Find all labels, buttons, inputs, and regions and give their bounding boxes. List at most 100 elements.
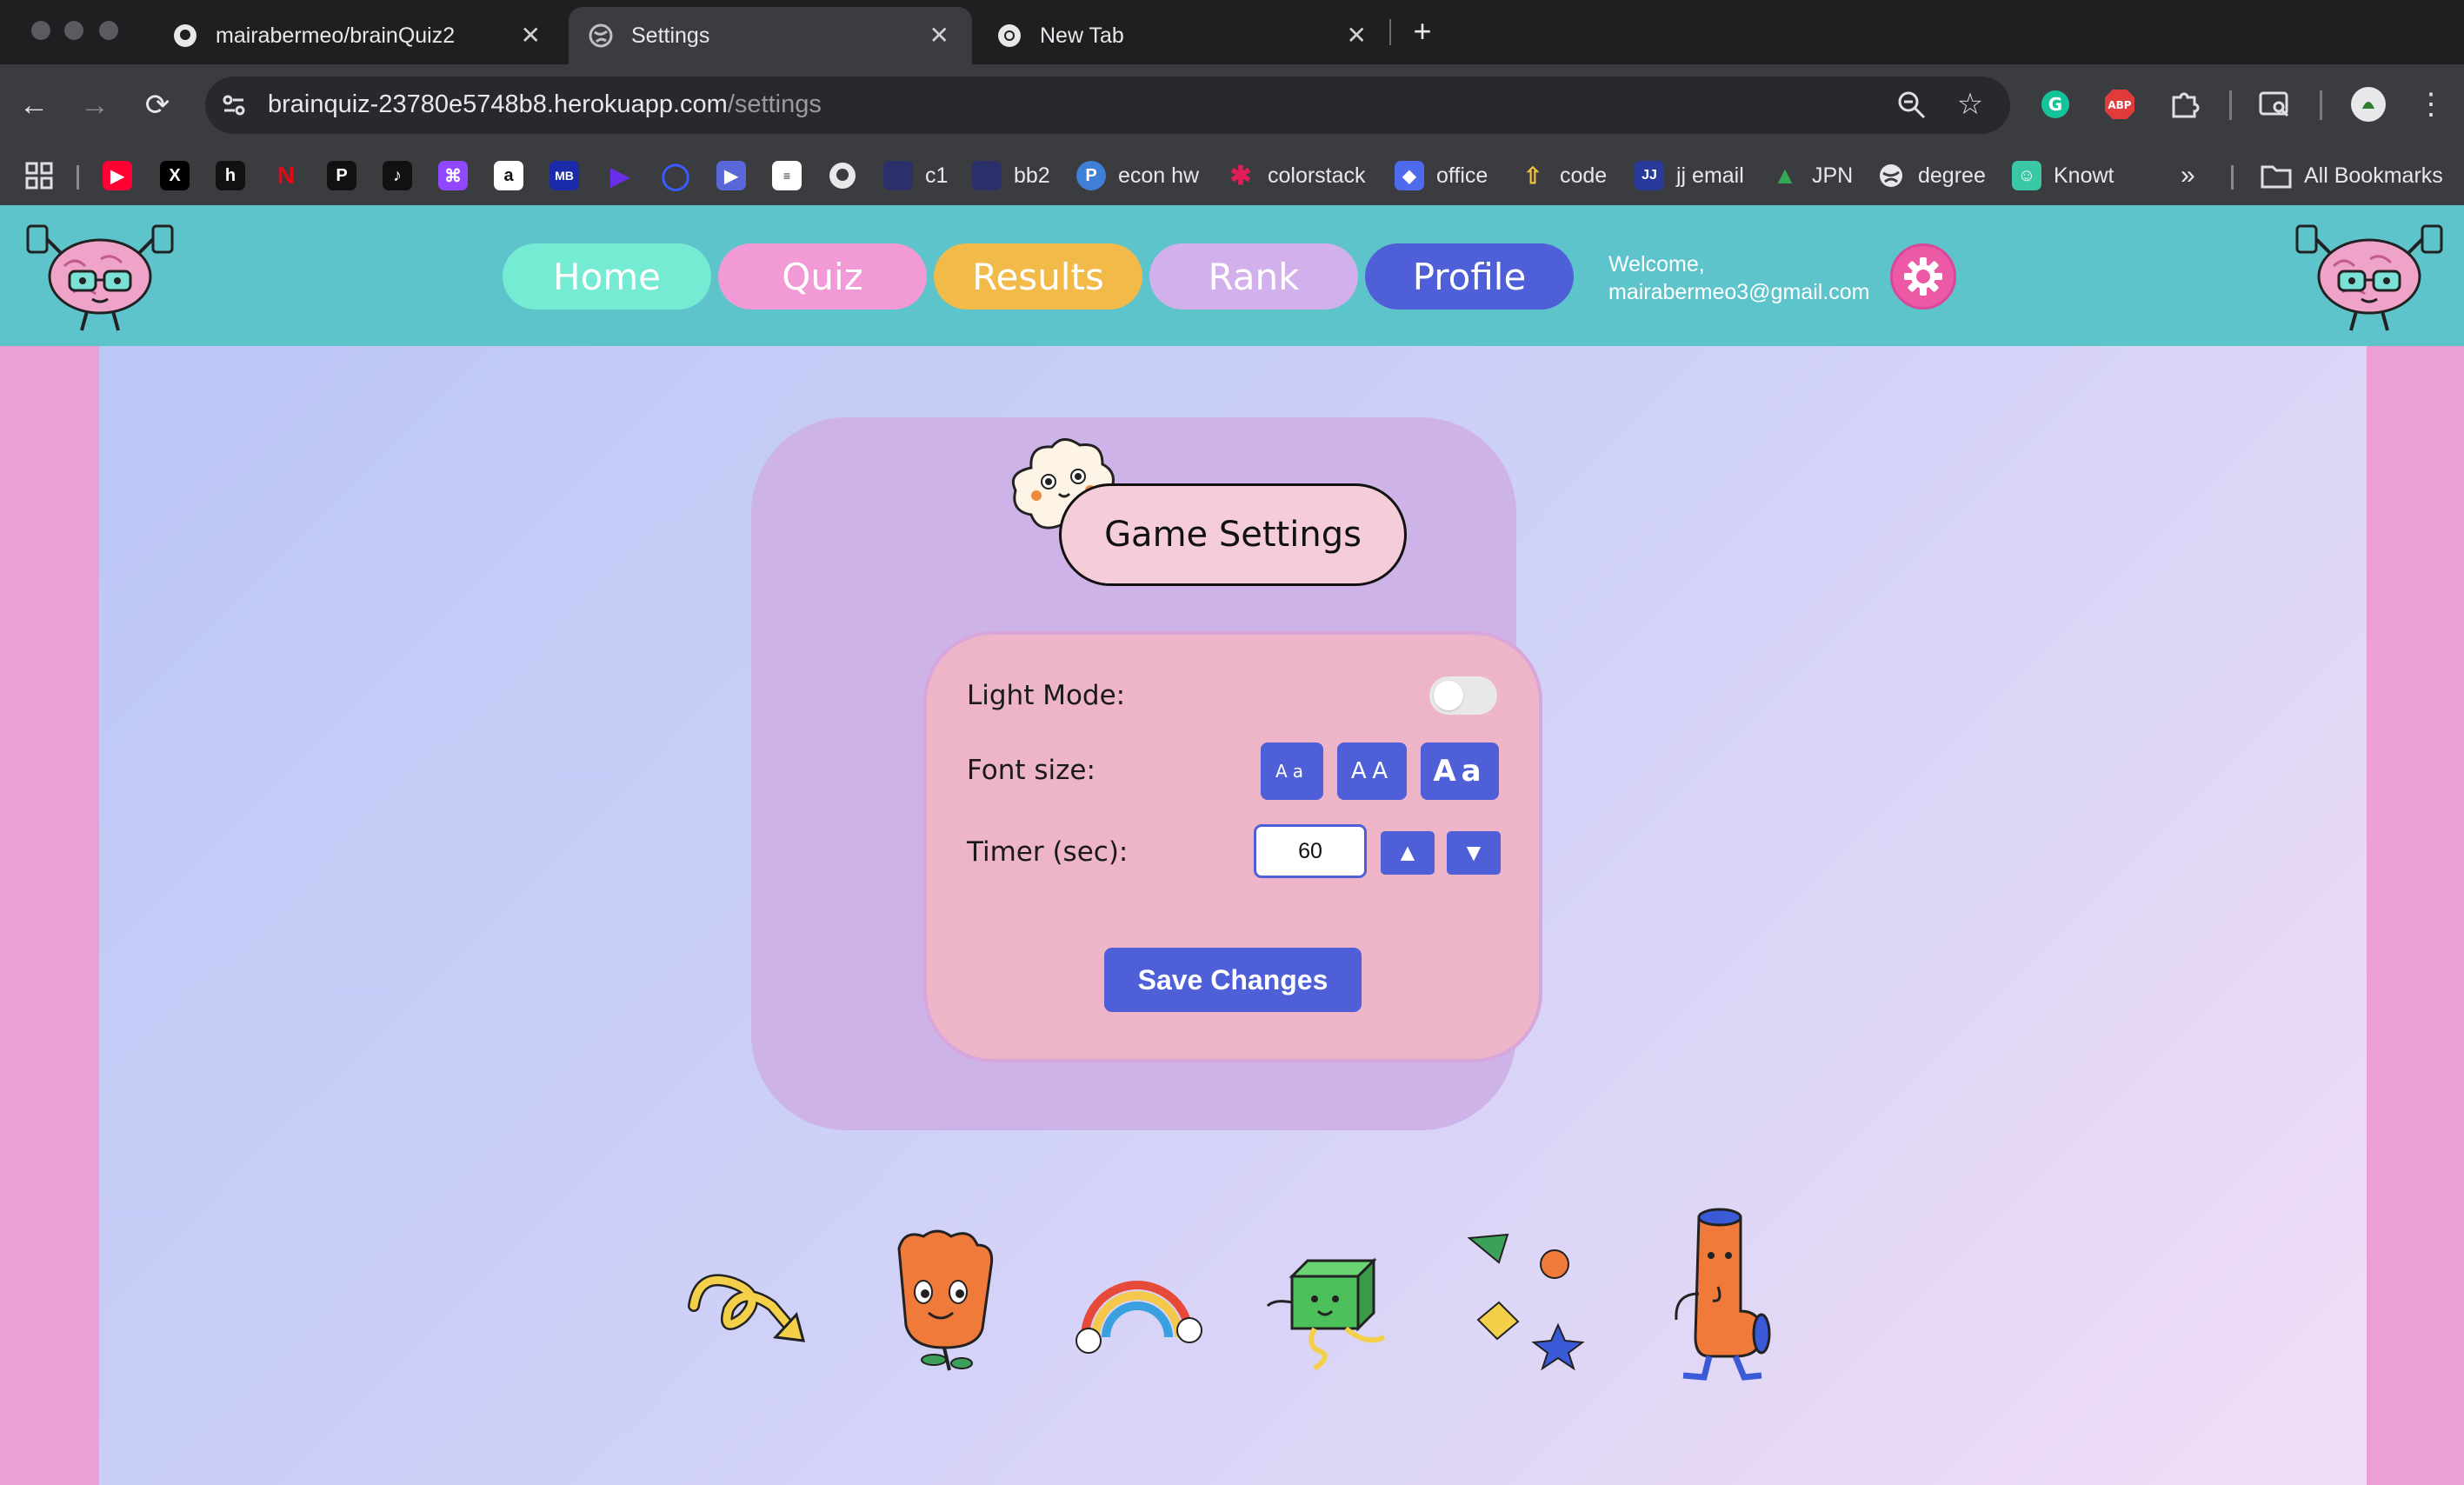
tab-github[interactable]: mairabermeo/brainQuiz2 ✕: [153, 7, 563, 64]
site-settings-icon[interactable]: [219, 90, 249, 120]
bookmark-youtube[interactable]: ▶: [103, 156, 144, 195]
bookmark-netflix[interactable]: N: [271, 156, 313, 195]
welcome-greeting: Welcome,: [1608, 252, 1705, 276]
url-host: brainquiz-23780e5748b8.herokuapp.com: [268, 90, 728, 118]
amazon-icon: a: [494, 161, 523, 190]
save-changes-button[interactable]: Save Changes: [1104, 948, 1362, 1012]
all-bookmarks-label: All Bookmarks: [2304, 163, 2443, 188]
x-icon: X: [160, 161, 190, 190]
bookmark-play[interactable]: ▶: [605, 156, 647, 195]
close-window-icon[interactable]: [31, 21, 50, 40]
close-tab-icon[interactable]: ✕: [521, 23, 541, 49]
svg-text:G: G: [2048, 94, 2062, 115]
timer-input[interactable]: 60: [1254, 824, 1367, 878]
bookmark-label: Knowt: [2054, 163, 2114, 188]
bookmark-github[interactable]: [828, 156, 869, 195]
font-size-large-button[interactable]: Aa: [1421, 742, 1499, 800]
forward-arrow-icon[interactable]: →: [73, 83, 117, 127]
tab-settings[interactable]: Settings ✕: [569, 7, 972, 64]
bookmark-label: office: [1436, 163, 1488, 188]
bookmark-econ-hw[interactable]: Pecon hw: [1076, 156, 1199, 195]
bookmark-p[interactable]: P: [327, 156, 369, 195]
jj-icon: JJ: [1635, 161, 1664, 190]
nav-profile[interactable]: Profile: [1365, 243, 1574, 310]
bookmark-twitch[interactable]: ⌘: [438, 156, 480, 195]
bookmark-bb2[interactable]: bb2: [972, 156, 1050, 195]
timer-decrement-button[interactable]: ▼: [1447, 831, 1501, 875]
tab-search-icon[interactable]: [2255, 85, 2294, 123]
bookmark-degree[interactable]: degree: [1876, 156, 1986, 195]
more-bookmarks-icon[interactable]: »: [2181, 156, 2195, 195]
p-circle-icon: P: [1076, 161, 1106, 190]
bookmark-label: jj email: [1676, 163, 1744, 188]
more-menu-icon[interactable]: ⋮: [2412, 85, 2450, 123]
brain-mascot-icon: [2290, 217, 2448, 336]
bookmark-jpn[interactable]: ▲ JPN: [1770, 156, 1853, 195]
bookmark-amazon[interactable]: a: [494, 156, 536, 195]
grammarly-icon[interactable]: G: [2036, 85, 2074, 123]
svg-text:ABP: ABP: [2108, 99, 2131, 111]
youtube-icon: ▶: [103, 161, 132, 190]
font-size-medium-button[interactable]: AA: [1337, 742, 1407, 800]
play-icon: ▶: [610, 162, 629, 190]
bookmark-jj-email[interactable]: JJ jj email: [1635, 156, 1744, 195]
bookmark-office[interactable]: ◆ office: [1395, 156, 1488, 195]
profile-avatar-icon[interactable]: [2349, 85, 2387, 123]
reload-icon[interactable]: ⟳: [136, 83, 179, 127]
nav-results[interactable]: Results: [934, 243, 1142, 310]
nav-home[interactable]: Home: [503, 243, 711, 310]
bookmark-video[interactable]: ▶: [716, 156, 758, 195]
bookmark-x[interactable]: X: [160, 156, 202, 195]
video-icon: ▶: [716, 161, 746, 190]
github-icon: [828, 161, 857, 190]
bookmark-doc[interactable]: ≡: [772, 156, 814, 195]
url-path: /settings: [727, 90, 822, 118]
bookmark-knowt[interactable]: ☺ Knowt: [2012, 156, 2114, 195]
bookmark-divider: [77, 165, 79, 190]
minimize-window-icon[interactable]: [64, 21, 83, 40]
bookmark-h[interactable]: h: [216, 156, 257, 195]
bookmark-star-icon[interactable]: ☆: [1953, 87, 1988, 122]
bookmark-c1[interactable]: c1: [883, 156, 948, 195]
back-arrow-icon[interactable]: ←: [12, 83, 56, 127]
bookmark-code[interactable]: ⇧ code: [1518, 156, 1607, 195]
browser-toolbar: ← → ⟳ brainquiz-23780e5748b8.herokuapp.c…: [0, 64, 2464, 146]
settings-gear-button[interactable]: [1890, 243, 1956, 310]
url-text: brainquiz-23780e5748b8.herokuapp.com/set…: [268, 90, 822, 119]
rocket-icon: ⇧: [1523, 162, 1542, 189]
welcome-email: mairabermeo3@gmail.com: [1608, 280, 1870, 304]
toggle-knob: [1434, 681, 1463, 710]
doc-icon: ≡: [772, 161, 802, 190]
maximize-window-icon[interactable]: [99, 21, 118, 40]
close-tab-icon[interactable]: ✕: [1347, 23, 1367, 49]
nav-quiz[interactable]: Quiz: [718, 243, 927, 310]
adblock-icon[interactable]: ABP: [2101, 85, 2139, 123]
welcome-message: Welcome, mairabermeo3@gmail.com: [1608, 250, 1869, 306]
bookmark-tiktok[interactable]: ♪: [383, 156, 424, 195]
light-mode-toggle[interactable]: [1429, 676, 1497, 715]
tube-mascot-icon: [1657, 1207, 1788, 1381]
bookmark-label: degree: [1918, 163, 1986, 188]
bookmark-mb[interactable]: MB: [549, 156, 591, 195]
all-bookmarks[interactable]: All Bookmarks: [2261, 156, 2443, 195]
light-mode-label: Light Mode:: [967, 680, 1126, 711]
tab-new-tab[interactable]: New Tab ✕: [977, 7, 1389, 64]
office-icon: ◆: [1395, 161, 1424, 190]
bookmark-q[interactable]: ◯: [661, 156, 703, 195]
nav-rank[interactable]: Rank: [1149, 243, 1358, 310]
bookmark-colorstack[interactable]: ✱ colorstack: [1226, 156, 1365, 195]
apps-grid-icon[interactable]: [24, 156, 54, 195]
timer-increment-button[interactable]: ▲: [1381, 831, 1435, 875]
close-tab-icon[interactable]: ✕: [929, 23, 949, 49]
new-tab-plus-icon[interactable]: +: [1405, 12, 1440, 50]
bookmark-label: bb2: [1014, 163, 1050, 188]
extensions-puzzle-icon[interactable]: [2165, 85, 2203, 123]
address-bar[interactable]: brainquiz-23780e5748b8.herokuapp.com/set…: [205, 77, 2010, 134]
drive-icon: ▲: [1773, 162, 1797, 189]
timer-label: Timer (sec):: [967, 836, 1129, 868]
bookmark-label: c1: [925, 163, 949, 188]
brain-logo-icon[interactable]: [21, 217, 179, 336]
font-size-small-button[interactable]: Aa: [1261, 742, 1323, 800]
h-icon: h: [216, 161, 245, 190]
zoom-icon[interactable]: [1895, 89, 1928, 122]
